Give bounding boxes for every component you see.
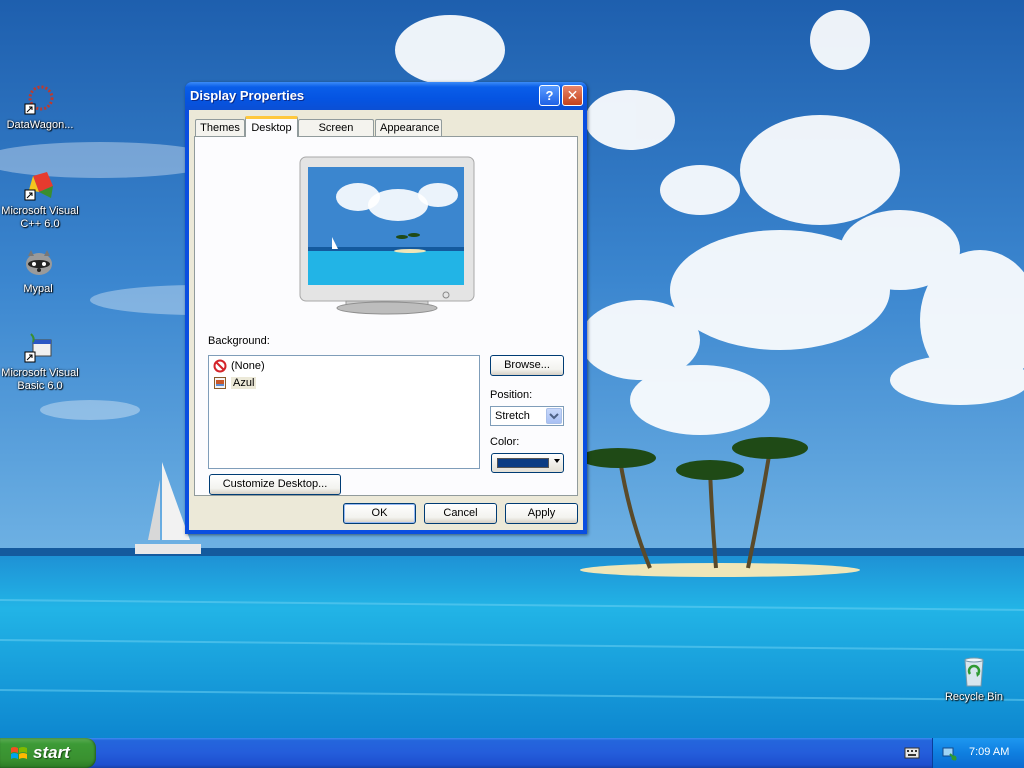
tab-themes[interactable]: Themes [195,119,245,136]
visual-cpp-icon [24,172,53,201]
customize-desktop-button[interactable]: Customize Desktop... [209,474,341,495]
background-list[interactable]: (None) Azul [208,355,480,469]
help-button[interactable]: ? [539,85,560,106]
color-picker-button[interactable] [491,453,564,473]
desktop-icon-visual-cpp[interactable]: Microsoft Visual C++ 6.0 [0,170,80,231]
color-label: Color: [490,436,520,448]
desktop-icon-label: Microsoft Visual Basic 6.0 [1,367,79,392]
desktop-icon-label: Microsoft Visual C++ 6.0 [1,205,79,230]
display-properties-dialog: Display Properties ? ✕ Themes Desktop Sc… [185,82,587,534]
dialog-title: Display Properties [190,88,305,103]
position-select[interactable]: Stretch [490,406,564,426]
color-swatch [497,458,549,468]
raccoon-icon [26,250,52,275]
browse-button[interactable]: Browse... [490,355,564,376]
desktop-icon-datawagon[interactable]: DataWagon... [0,84,80,132]
visual-basic-icon [24,333,52,363]
taskbar: start 7:09 AM [0,738,1024,768]
desktop-icon-label: Recycle Bin [944,691,1004,703]
position-value: Stretch [495,410,530,422]
desktop-icon-label: DataWagon... [6,119,74,131]
desktop-tab-panel: Background: (None) Azul Browse... Positi… [194,136,578,496]
tab-screen-saver[interactable]: Screen Saver [298,119,374,151]
network-icon[interactable] [941,745,957,761]
dialog-client-area: Themes Desktop Screen Saver Appearance [189,110,583,530]
close-icon: ✕ [566,87,579,103]
datawagon-icon [24,85,54,115]
desktop-icon-label: Mypal [23,283,53,295]
desktop-icon-recycle-bin[interactable]: Recycle Bin [934,656,1014,704]
image-file-icon [214,377,226,390]
background-label: Background: [208,335,270,347]
monitor-preview [299,156,475,315]
chevron-down-icon[interactable] [546,408,562,424]
tab-desktop[interactable]: Desktop [245,116,298,137]
desktop-icon-visual-basic[interactable]: Microsoft Visual Basic 6.0 [0,332,80,393]
dialog-titlebar[interactable]: Display Properties ? ✕ [185,82,587,110]
system-tray: 7:09 AM [932,738,1024,768]
keyboard-icon[interactable] [904,746,920,760]
position-label: Position: [490,389,533,401]
close-button[interactable]: ✕ [562,85,583,106]
clock[interactable]: 7:09 AM [969,746,1009,758]
desktop-icon-mypal[interactable]: Mypal [0,248,78,296]
recycle-bin-icon [964,657,984,687]
list-item[interactable]: Azul [213,375,257,391]
apply-button[interactable]: Apply [505,503,578,524]
windows-logo-icon [11,747,27,759]
start-label: start [33,743,70,762]
cancel-button[interactable]: Cancel [424,503,497,524]
start-button[interactable]: start [0,738,96,768]
list-item[interactable]: (None) [213,358,265,374]
dropdown-arrow-icon [554,459,560,463]
no-icon [213,359,227,373]
tab-appearance[interactable]: Appearance [375,119,442,136]
help-icon: ? [545,88,554,103]
ok-button[interactable]: OK [343,503,416,524]
